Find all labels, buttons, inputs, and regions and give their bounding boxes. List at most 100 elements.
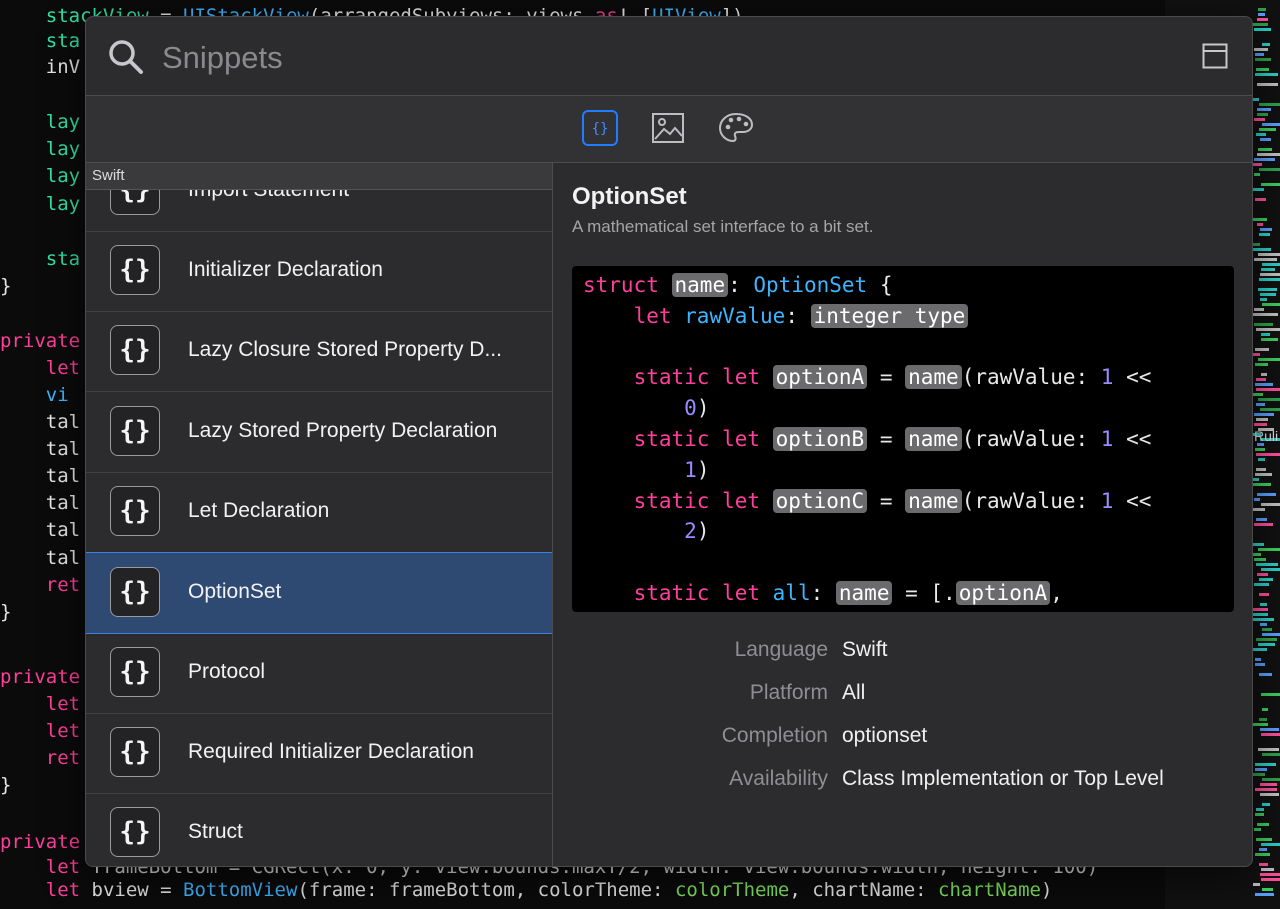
minimap-line (1261, 503, 1280, 506)
snippet-list-item[interactable]: {} Initializer Declaration (86, 231, 552, 312)
metadata-value: All (842, 681, 866, 704)
layout-toggle-icon[interactable] (1202, 43, 1228, 69)
minimap-line (1261, 333, 1270, 336)
placeholder-token[interactable]: name (905, 426, 962, 451)
minimap-line (1253, 393, 1263, 396)
minimap-line (1255, 663, 1265, 666)
snippet-list-item[interactable]: {} Lazy Stored Property Declaration (86, 392, 552, 473)
code-token: tal (0, 438, 81, 460)
minimap-line (1258, 288, 1277, 291)
minimap-line (1262, 43, 1270, 46)
tab-colors[interactable] (718, 110, 754, 146)
code-preview-line: static let all: name = [. optionA, (583, 578, 1151, 609)
snippet-list-item[interactable]: {} OptionSet (86, 552, 552, 634)
placeholder-token[interactable]: optionA (772, 365, 868, 390)
minimap-line (1254, 323, 1273, 326)
code-token: 1 (1100, 365, 1114, 390)
code-token: let (633, 303, 685, 328)
placeholder-token[interactable]: name (905, 365, 962, 390)
code-token: << (1113, 365, 1152, 390)
snippet-list-item-label: Struct (188, 820, 243, 843)
code-token: ) (1041, 879, 1053, 901)
snippet-list-item[interactable]: {} Lazy Closure Stored Property D... (86, 311, 552, 392)
placeholder-token[interactable]: optionB (772, 426, 868, 451)
minimap-line (1255, 763, 1276, 766)
editor-line: tal (0, 410, 80, 434)
minimap-line (1253, 188, 1264, 191)
metadata-row: Availability Class Implementation or Top … (553, 767, 1252, 797)
minimap-line (1256, 563, 1278, 566)
code-preview-line: let rawValue: integer type (583, 301, 1151, 332)
editor-line: lay (0, 192, 80, 216)
minimap-line (1253, 248, 1271, 251)
minimap-line (1261, 843, 1280, 846)
editor-line: } (0, 600, 11, 624)
code-snippet-icon: {} (110, 406, 160, 456)
minimap-line (1262, 303, 1280, 306)
code-preview[interactable]: struct name: OptionSet { let rawValue: i… (572, 266, 1234, 612)
code-token: ) (696, 519, 710, 544)
code-token: = (867, 426, 906, 451)
code-token: : (785, 303, 811, 328)
placeholder-token[interactable]: name (835, 580, 893, 605)
snippet-list-item[interactable]: {} Let Declaration (86, 472, 552, 553)
snippet-list-item-label: Initializer Declaration (188, 258, 383, 281)
minimap-line (1259, 233, 1270, 236)
code-token: OptionSet (753, 273, 868, 297)
code-preview-text: struct name: OptionSet { let rawValue: i… (583, 270, 1151, 609)
placeholder-token[interactable]: integer type (810, 303, 969, 328)
minimap-line (1257, 83, 1278, 86)
code-token: 1 (684, 457, 697, 482)
minimap-line (1253, 608, 1268, 611)
code-token: private (0, 330, 81, 352)
minimap-line (1255, 363, 1268, 366)
snippet-list-item[interactable]: {} Struct (86, 793, 552, 866)
placeholder-token[interactable]: name (671, 273, 729, 297)
minimap-line (1260, 728, 1279, 731)
tab-media[interactable] (650, 110, 686, 146)
tab-code-snippets[interactable]: {} (582, 110, 618, 146)
code-token: bview = (80, 879, 184, 901)
editor-line: sta (0, 29, 80, 53)
code-token: , chartName: (789, 879, 939, 901)
code-token: = (867, 488, 906, 513)
search-input[interactable] (160, 35, 1064, 81)
snippet-list-item-label: Lazy Stored Property Declaration (188, 419, 498, 442)
library-filter-bar: {} (86, 96, 1252, 163)
code-token: tal (0, 519, 81, 541)
snippet-list-item[interactable]: {} Protocol (86, 633, 552, 714)
metadata-row: Completion optionset (553, 724, 1252, 754)
minimap-line (1253, 508, 1265, 511)
placeholder-token[interactable]: optionA (955, 580, 1051, 605)
code-snippet-icon: {} (110, 245, 160, 295)
metadata-key: Completion (721, 724, 828, 747)
snippet-list[interactable]: {}Import Statement{}Initializer Declarat… (86, 163, 553, 866)
code-preview-line: static let optionA = name (rawValue: 1 << (583, 362, 1151, 393)
code-token: : (728, 273, 754, 297)
placeholder-token[interactable]: optionC (772, 488, 868, 513)
minimap-line (1260, 783, 1277, 786)
minimap-line (1255, 53, 1264, 56)
code-token: lay (45, 165, 81, 187)
minimap-line (1262, 633, 1280, 636)
snippet-list-item-label: Lazy Closure Stored Property D... (188, 338, 502, 361)
minimap-line (1254, 558, 1266, 561)
code-token: , (1050, 580, 1063, 605)
placeholder-token[interactable]: name (905, 488, 962, 513)
code-token: static let (633, 580, 773, 605)
editor-line: tal (0, 464, 80, 488)
editor-line: private (0, 830, 80, 854)
minimap-line (1255, 73, 1278, 76)
minimap-line (1256, 418, 1268, 421)
minimap-line (1256, 403, 1265, 406)
minimap-line (1260, 623, 1267, 626)
minimap-line (1253, 773, 1265, 776)
snippet-list-item[interactable]: {} Required Initializer Declaration (86, 713, 552, 794)
